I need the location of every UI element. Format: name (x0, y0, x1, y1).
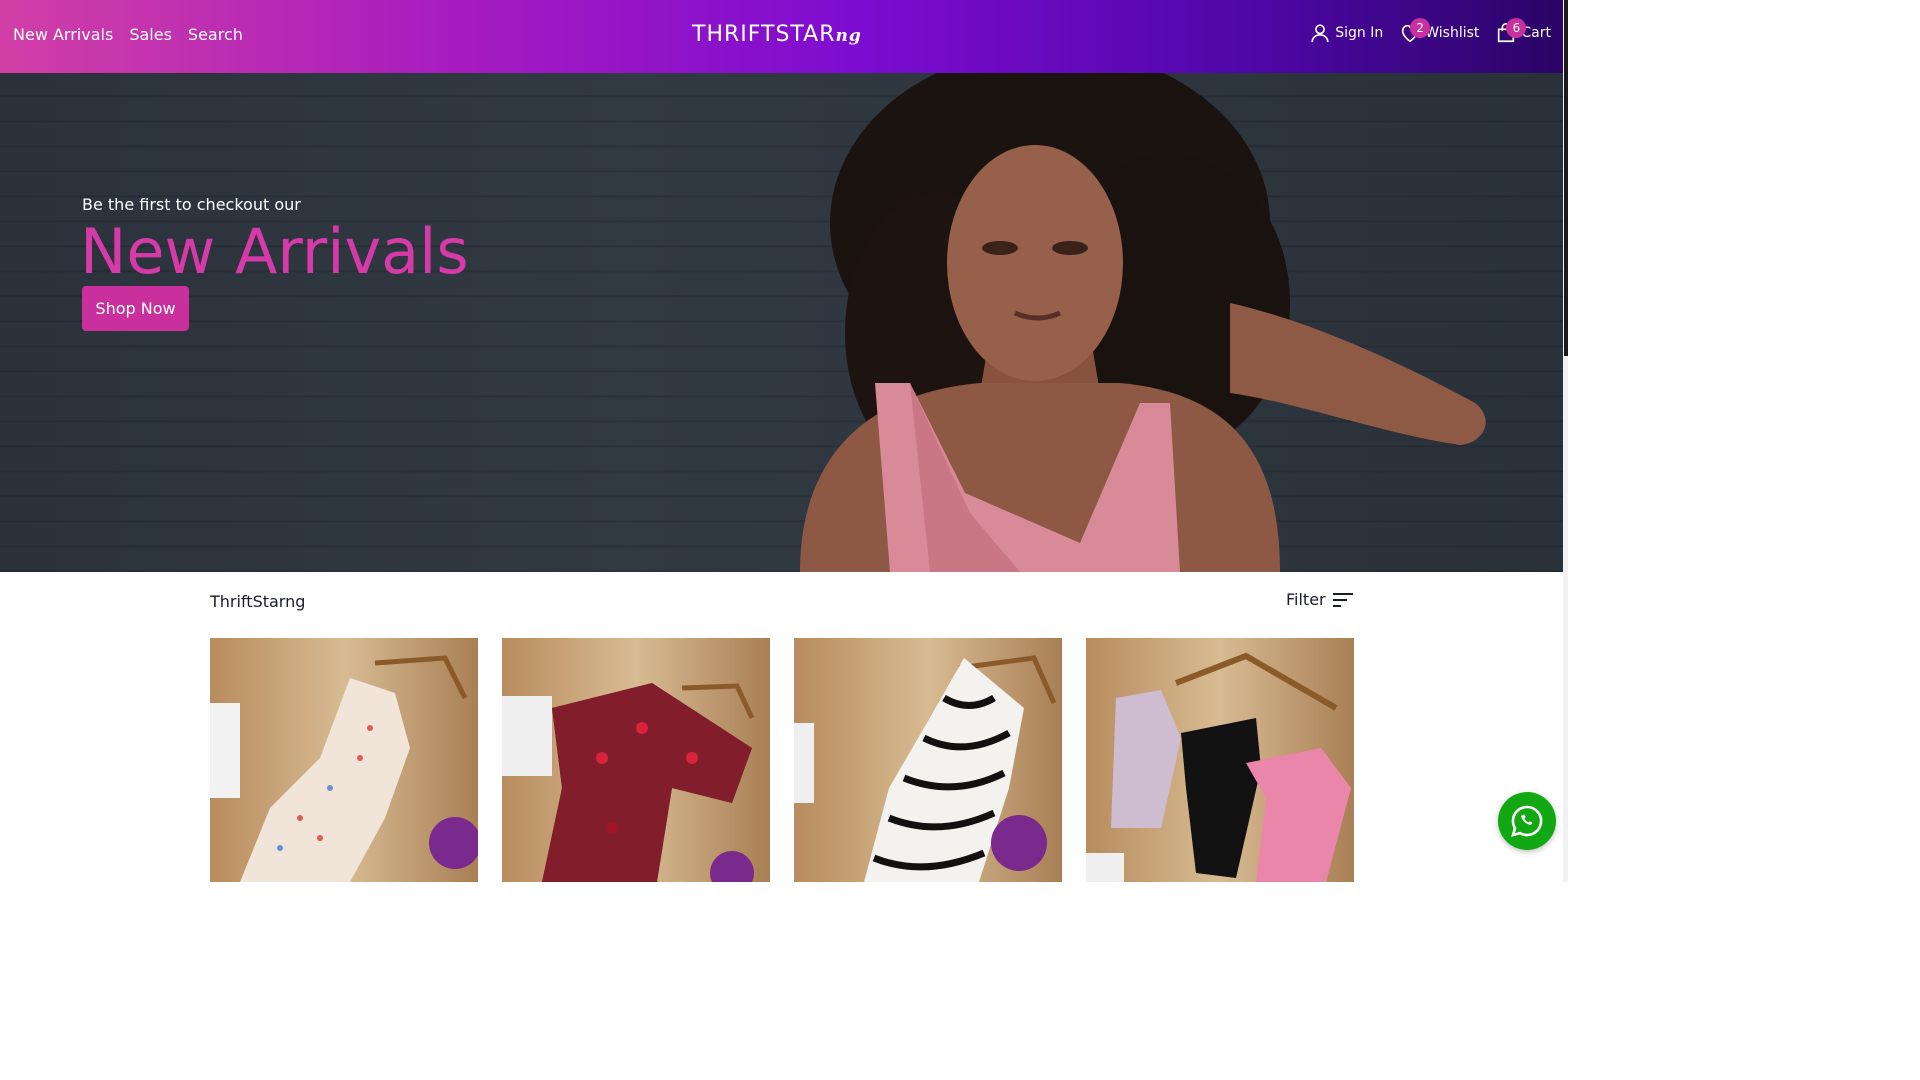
whatsapp-chat-button[interactable] (1498, 792, 1556, 850)
hero-subtitle: Be the first to checkout our (82, 195, 301, 214)
product-image-biker-shorts (1086, 638, 1354, 882)
nav-sales[interactable]: Sales (129, 25, 172, 44)
top-navbar: New Arrivals Sales Search THRIFTSTARng S… (0, 0, 1563, 73)
product-image-floral-dress (210, 638, 478, 882)
sign-in-label: Sign In (1335, 25, 1384, 41)
primary-nav: New Arrivals Sales Search (13, 25, 243, 44)
whatsapp-icon (1511, 805, 1543, 837)
logo-main-text: THRIFTSTAR (692, 22, 836, 47)
nav-new-arrivals[interactable]: New Arrivals (13, 25, 113, 44)
store-name-label: ThriftStarng (210, 592, 306, 611)
wishlist-link[interactable]: 2 Wishlist (1399, 18, 1480, 44)
shop-now-button[interactable]: Shop Now (82, 286, 189, 331)
product-card-floral-dress[interactable] (210, 638, 478, 882)
sign-in-link[interactable]: Sign In (1309, 22, 1383, 44)
filter-button[interactable]: Filter (1286, 590, 1353, 609)
product-grid (210, 638, 1354, 882)
site-logo[interactable]: THRIFTSTARng (692, 22, 862, 47)
hero-banner: Be the first to checkout our New Arrival… (0, 73, 1563, 572)
filter-lines-icon (1332, 592, 1353, 607)
user-icon (1311, 24, 1329, 43)
hero-title: New Arrivals (80, 215, 469, 288)
nav-search[interactable]: Search (188, 25, 243, 44)
cart-link[interactable]: 6 Cart (1495, 18, 1551, 44)
page-scrollbar-thumb[interactable] (1564, 0, 1568, 356)
filter-label: Filter (1286, 590, 1326, 609)
wishlist-label: Wishlist (1425, 25, 1480, 41)
logo-suffix-text: ng (835, 26, 862, 46)
product-card-zebra-dress[interactable] (794, 638, 1062, 882)
hero-model-image (800, 73, 1486, 572)
product-card-red-dress[interactable] (502, 638, 770, 882)
product-card-biker-shorts[interactable] (1086, 638, 1354, 882)
product-image-zebra-dress (794, 638, 1062, 882)
product-image-red-dress (502, 638, 770, 882)
account-nav: Sign In 2 Wishlist 6 Cart (1309, 18, 1551, 44)
